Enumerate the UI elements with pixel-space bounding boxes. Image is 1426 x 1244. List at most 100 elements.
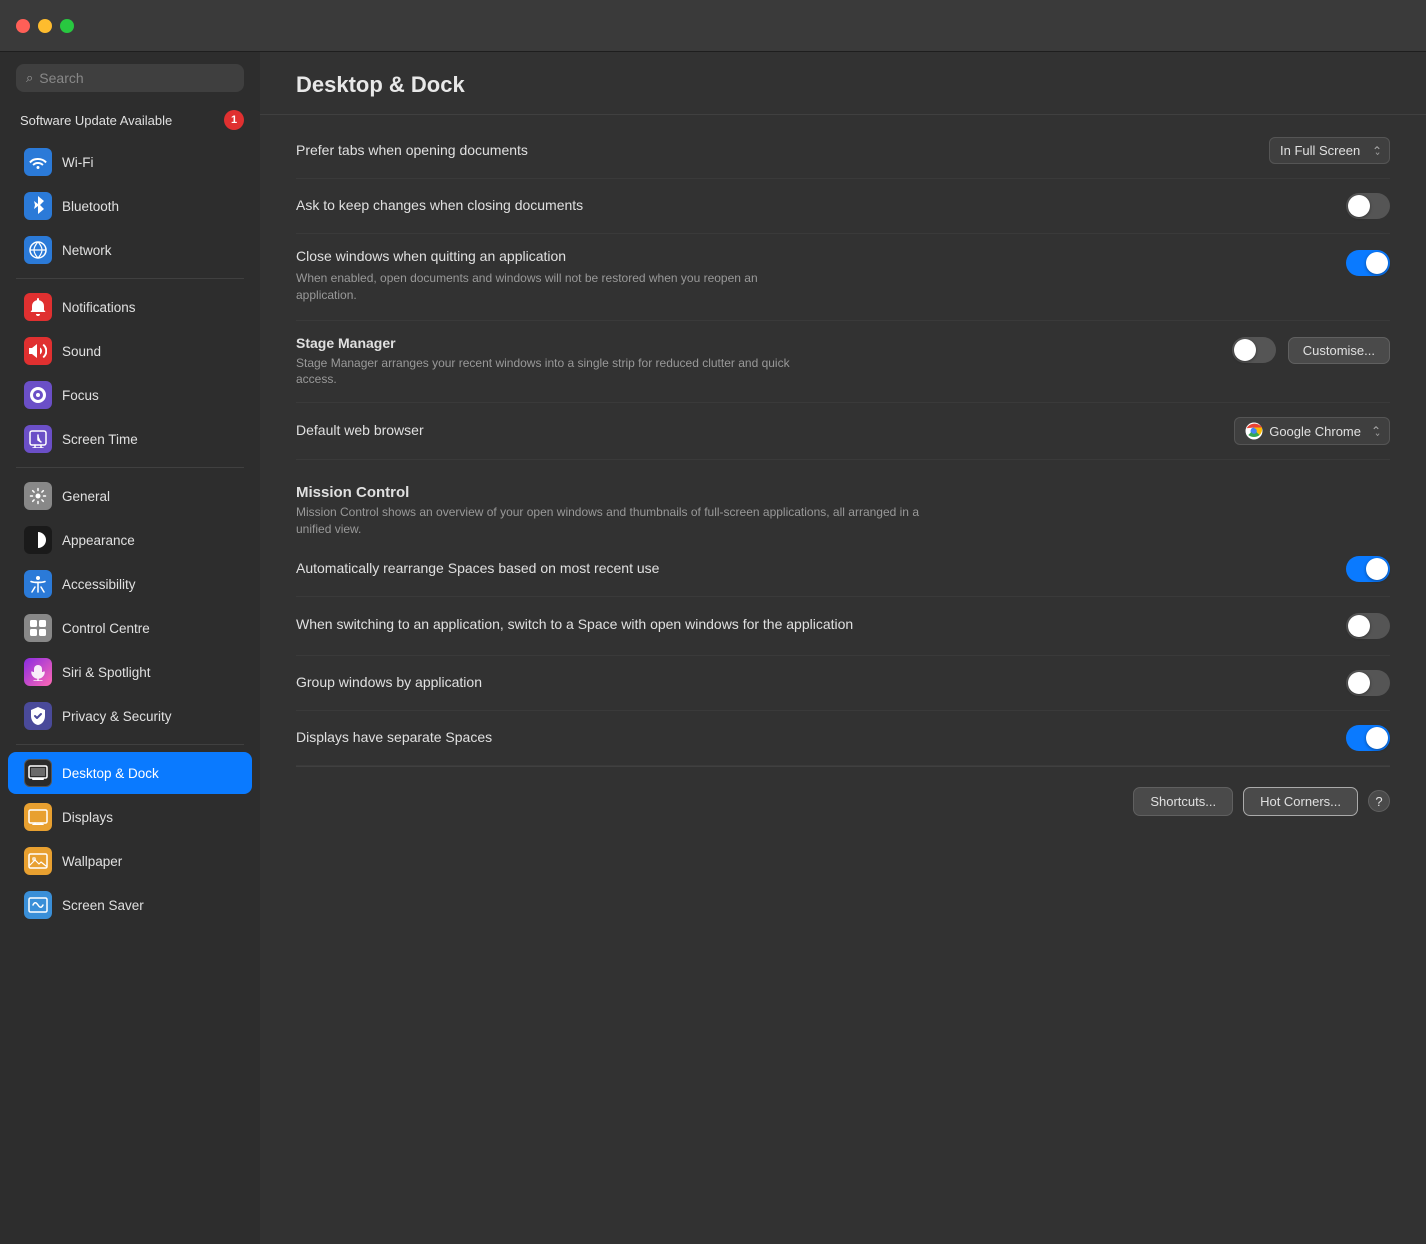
close-button[interactable] <box>16 19 30 33</box>
sidebar-item-notifications-label: Notifications <box>62 300 136 315</box>
switch-space-label: When switching to an application, switch… <box>296 616 853 632</box>
bottom-action-bar: Shortcuts... Hot Corners... ? <box>296 766 1390 836</box>
shortcuts-button[interactable]: Shortcuts... <box>1133 787 1233 816</box>
switch-space-row: When switching to an application, switch… <box>296 597 1390 656</box>
separate-spaces-toggle[interactable] <box>1346 725 1390 751</box>
default-browser-label: Default web browser <box>296 422 424 438</box>
sidebar-item-controlcentre[interactable]: Control Centre <box>8 607 252 649</box>
sidebar-item-wallpaper[interactable]: Wallpaper <box>8 840 252 882</box>
ask-changes-toggle[interactable] <box>1346 193 1390 219</box>
sound-icon <box>24 337 52 365</box>
main-container: ⌕ Software Update Available 1 Wi-Fi <box>0 52 1426 1244</box>
software-update-badge: 1 <box>224 110 244 130</box>
default-browser-value: Google Chrome <box>1269 424 1361 439</box>
help-button[interactable]: ? <box>1368 790 1390 812</box>
notifications-icon <box>24 293 52 321</box>
stage-manager-label: Stage Manager <box>296 335 1232 351</box>
rearrange-spaces-toggle[interactable] <box>1346 556 1390 582</box>
hot-corners-button[interactable]: Hot Corners... <box>1243 787 1358 816</box>
sidebar-item-network[interactable]: Network <box>8 229 252 271</box>
sidebar-item-notifications[interactable]: Notifications <box>8 286 252 328</box>
sidebar-item-displays-label: Displays <box>62 810 113 825</box>
stage-manager-row: Stage Manager Stage Manager arranges you… <box>296 321 1390 404</box>
general-icon <box>24 482 52 510</box>
customise-button[interactable]: Customise... <box>1288 337 1390 364</box>
minimize-button[interactable] <box>38 19 52 33</box>
sidebar-item-wifi[interactable]: Wi-Fi <box>8 141 252 183</box>
sidebar-item-appearance[interactable]: Appearance <box>8 519 252 561</box>
sidebar-item-desktop[interactable]: Desktop & Dock <box>8 752 252 794</box>
close-windows-row: Close windows when quitting an applicati… <box>296 234 1390 321</box>
group-windows-row: Group windows by application <box>296 656 1390 711</box>
search-box[interactable]: ⌕ <box>16 64 244 92</box>
desktop-icon <box>24 759 52 787</box>
controlcentre-icon <box>24 614 52 642</box>
prefer-tabs-row: Prefer tabs when opening documents Alway… <box>296 123 1390 179</box>
ask-changes-row: Ask to keep changes when closing documen… <box>296 179 1390 234</box>
wallpaper-icon <box>24 847 52 875</box>
content-header: Desktop & Dock <box>260 52 1426 115</box>
sidebar-item-siri[interactable]: Siri & Spotlight <box>8 651 252 693</box>
sidebar-item-screensaver-label: Screen Saver <box>62 898 144 913</box>
chrome-icon <box>1245 422 1263 440</box>
divider-1 <box>16 278 244 279</box>
close-windows-toggle[interactable] <box>1346 250 1390 276</box>
network-icon <box>24 236 52 264</box>
ask-changes-label: Ask to keep changes when closing documen… <box>296 197 583 213</box>
screentime-icon <box>24 425 52 453</box>
accessibility-icon <box>24 570 52 598</box>
sidebar-item-desktop-label: Desktop & Dock <box>62 766 159 781</box>
sidebar-item-bluetooth-label: Bluetooth <box>62 199 119 214</box>
traffic-lights <box>16 19 74 33</box>
prefer-tabs-select[interactable]: Always In Full Screen Never <box>1269 137 1390 164</box>
sidebar-item-controlcentre-label: Control Centre <box>62 621 150 636</box>
sidebar-item-bluetooth[interactable]: Bluetooth <box>8 185 252 227</box>
close-windows-sublabel: When enabled, open documents and windows… <box>296 270 796 304</box>
sidebar-item-appearance-label: Appearance <box>62 533 135 548</box>
sidebar: ⌕ Software Update Available 1 Wi-Fi <box>0 52 260 1244</box>
maximize-button[interactable] <box>60 19 74 33</box>
content-body: Prefer tabs when opening documents Alway… <box>260 123 1426 836</box>
sidebar-item-screensaver[interactable]: Screen Saver <box>8 884 252 926</box>
sidebar-item-screentime[interactable]: Screen Time <box>8 418 252 460</box>
software-update-item[interactable]: Software Update Available 1 <box>0 104 260 136</box>
search-icon: ⌕ <box>26 70 33 86</box>
sidebar-item-sound[interactable]: Sound <box>8 330 252 372</box>
focus-icon <box>24 381 52 409</box>
sidebar-item-wifi-label: Wi-Fi <box>62 155 93 170</box>
sidebar-item-network-label: Network <box>62 243 112 258</box>
switch-space-toggle[interactable] <box>1346 613 1390 639</box>
title-bar <box>0 0 1426 52</box>
content-area: Desktop & Dock Prefer tabs when opening … <box>260 52 1426 1244</box>
separate-spaces-label: Displays have separate Spaces <box>296 729 492 745</box>
sidebar-item-general[interactable]: General <box>8 475 252 517</box>
sidebar-item-focus[interactable]: Focus <box>8 374 252 416</box>
group-windows-toggle[interactable] <box>1346 670 1390 696</box>
siri-icon <box>24 658 52 686</box>
group-windows-label: Group windows by application <box>296 674 482 690</box>
screensaver-icon <box>24 891 52 919</box>
sidebar-item-sound-label: Sound <box>62 344 101 359</box>
search-input[interactable] <box>39 70 234 86</box>
sidebar-item-accessibility[interactable]: Accessibility <box>8 563 252 605</box>
displays-icon <box>24 803 52 831</box>
software-update-label: Software Update Available <box>20 113 172 128</box>
prefer-tabs-label: Prefer tabs when opening documents <box>296 142 528 158</box>
sidebar-item-screentime-label: Screen Time <box>62 432 138 447</box>
wifi-icon <box>24 148 52 176</box>
sidebar-item-displays[interactable]: Displays <box>8 796 252 838</box>
rearrange-spaces-row: Automatically rearrange Spaces based on … <box>296 542 1390 597</box>
prefer-tabs-select-wrapper: Always In Full Screen Never ⌃ <box>1269 137 1390 164</box>
divider-2 <box>16 467 244 468</box>
sidebar-item-accessibility-label: Accessibility <box>62 577 136 592</box>
appearance-icon <box>24 526 52 554</box>
close-windows-label: Close windows when quitting an applicati… <box>296 248 566 264</box>
mission-control-title: Mission Control <box>296 484 1390 501</box>
sidebar-item-siri-label: Siri & Spotlight <box>62 665 151 680</box>
stage-manager-toggle[interactable] <box>1232 337 1276 363</box>
sidebar-item-focus-label: Focus <box>62 388 99 403</box>
divider-3 <box>16 744 244 745</box>
stage-manager-sublabel: Stage Manager arranges your recent windo… <box>296 355 796 389</box>
sidebar-item-wallpaper-label: Wallpaper <box>62 854 122 869</box>
sidebar-item-privacy[interactable]: Privacy & Security <box>8 695 252 737</box>
